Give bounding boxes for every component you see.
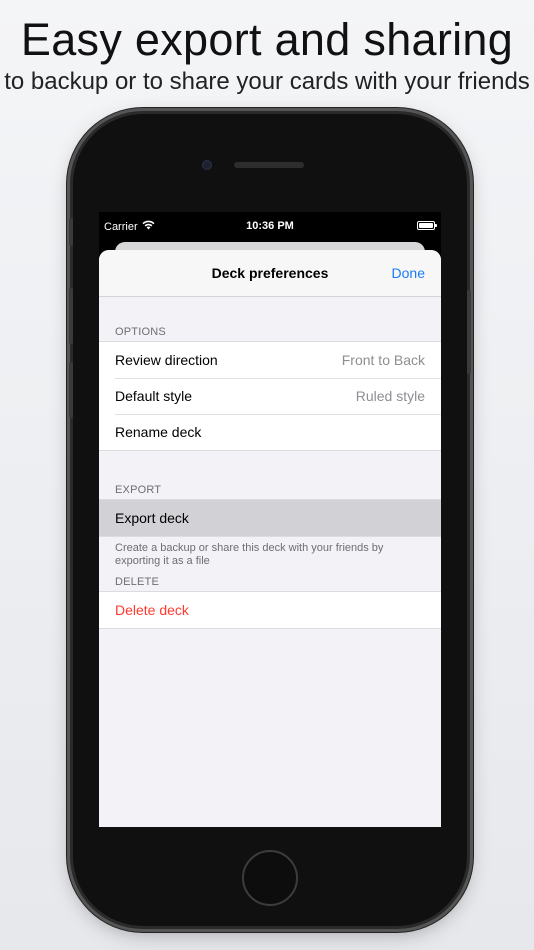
home-button[interactable] xyxy=(242,850,298,906)
export-group: Export deck xyxy=(99,499,441,537)
rename-deck-row[interactable]: Rename deck xyxy=(99,414,441,450)
front-camera xyxy=(202,160,212,170)
export-footer-note: Create a backup or share this deck with … xyxy=(115,542,384,567)
options-group: Review direction Front to Back Default s… xyxy=(99,341,441,451)
delete-group: Delete deck xyxy=(99,591,441,629)
preferences-sheet: Deck preferences Done OPTIONS Review dir… xyxy=(99,250,441,827)
volume-up-button xyxy=(69,288,73,344)
section-header-delete: DELETE xyxy=(115,576,159,588)
power-button xyxy=(467,290,471,374)
delete-deck-label: Delete deck xyxy=(115,602,189,618)
navigation-bar: Deck preferences Done xyxy=(99,250,441,297)
promo-subline: to backup or to share your cards with yo… xyxy=(4,68,530,95)
review-direction-row[interactable]: Review direction Front to Back xyxy=(99,342,441,378)
delete-deck-row[interactable]: Delete deck xyxy=(99,592,441,628)
battery-icon xyxy=(417,221,437,230)
status-bar: Carrier 10:36 PM xyxy=(99,212,441,240)
status-time: 10:36 PM xyxy=(246,220,294,232)
mute-switch xyxy=(69,218,73,246)
volume-down-button xyxy=(69,362,73,418)
phone-screen: Carrier 10:36 PM Deck preferences Done O… xyxy=(99,212,441,827)
section-header-options: OPTIONS xyxy=(115,326,166,338)
default-style-value: Ruled style xyxy=(355,388,425,404)
review-direction-label: Review direction xyxy=(115,352,218,368)
export-deck-row[interactable]: Export deck xyxy=(99,500,441,536)
page-title: Deck preferences xyxy=(211,265,329,281)
default-style-row[interactable]: Default style Ruled style xyxy=(99,378,441,414)
earpiece-speaker xyxy=(234,162,304,168)
done-button[interactable]: Done xyxy=(392,265,425,281)
review-direction-value: Front to Back xyxy=(341,352,425,368)
promo-headline: Easy export and sharing xyxy=(20,14,514,65)
default-style-label: Default style xyxy=(115,388,193,404)
export-deck-label: Export deck xyxy=(115,510,189,526)
rename-deck-label: Rename deck xyxy=(115,424,202,440)
section-header-export: EXPORT xyxy=(115,484,162,496)
